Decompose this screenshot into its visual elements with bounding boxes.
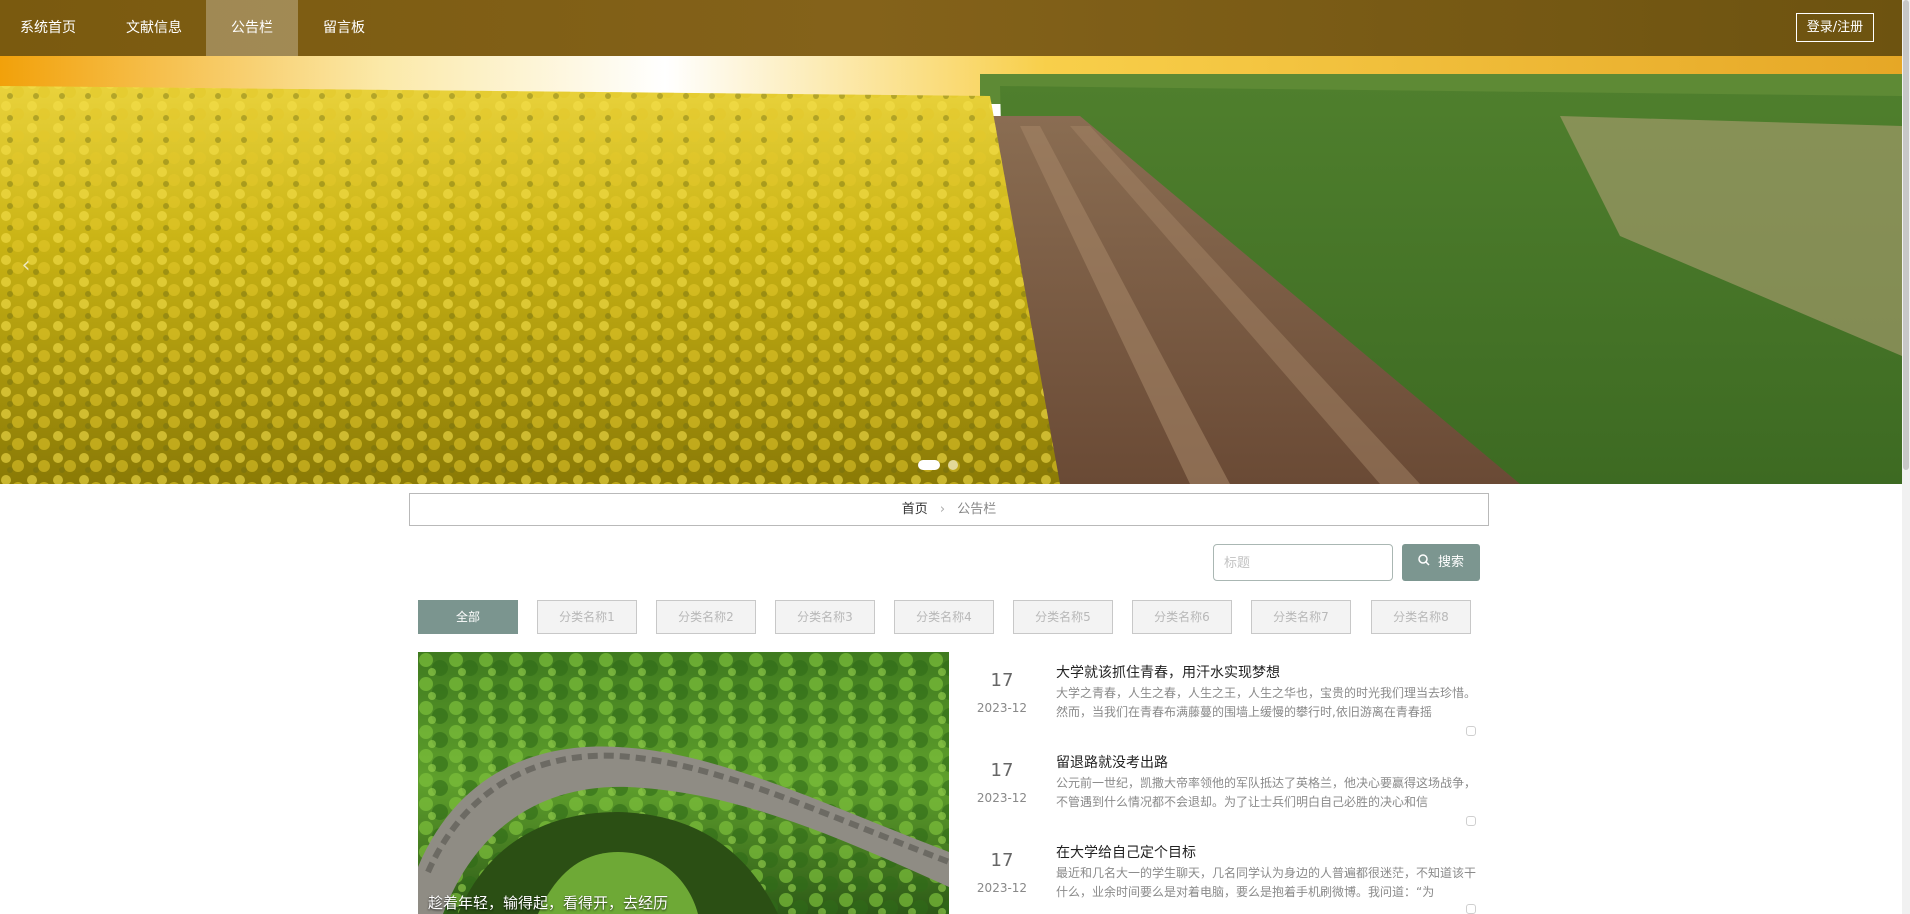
nav-item-message-board[interactable]: 留言板 [304, 0, 384, 56]
category-tab-2[interactable]: 分类名称2 [656, 600, 756, 634]
like-icon[interactable] [1466, 726, 1476, 736]
category-tab-7[interactable]: 分类名称7 [1251, 600, 1351, 634]
banner-carousel: ‹ [0, 56, 1902, 484]
like-icon[interactable] [1466, 904, 1476, 914]
like-icon[interactable] [1466, 816, 1476, 826]
featured-article-image[interactable]: 趁着年轻，输得起，看得开，去经历 [418, 652, 949, 914]
featured-caption: 趁着年轻，输得起，看得开，去经历 [428, 894, 669, 912]
news-date: 2023-12 [976, 791, 1028, 805]
category-tab-5[interactable]: 分类名称5 [1013, 600, 1113, 634]
search-button[interactable]: 搜索 [1402, 544, 1480, 581]
news-day: 17 [990, 670, 1014, 691]
category-tab-4[interactable]: 分类名称4 [894, 600, 994, 634]
news-day: 17 [990, 850, 1014, 871]
breadcrumb-current: 公告栏 [957, 502, 997, 517]
category-tab-all[interactable]: 全部 [418, 600, 518, 634]
list-item[interactable]: 17 2023-12 大学就该抓住青春，用汗水实现梦想 大学之青春，人生之春，人… [970, 654, 1480, 740]
nav-item-notice-board[interactable]: 公告栏 [206, 0, 298, 56]
carousel-indicators [918, 460, 958, 470]
search-button-label: 搜索 [1437, 555, 1464, 570]
news-date: 2023-12 [976, 701, 1028, 715]
list-item[interactable]: 17 2023-12 留退路就没考出路 公元前一世纪，凯撒大帝率领他的军队抵达了… [970, 744, 1480, 830]
search-input[interactable] [1213, 544, 1393, 581]
category-tab-3[interactable]: 分类名称3 [775, 600, 875, 634]
breadcrumb: 首页 › 公告栏 [409, 493, 1489, 526]
carousel-dot-1[interactable] [918, 460, 940, 470]
category-tab-8[interactable]: 分类名称8 [1371, 600, 1471, 634]
category-tab-6[interactable]: 分类名称6 [1132, 600, 1232, 634]
breadcrumb-home-link[interactable]: 首页 [902, 502, 928, 517]
nav-item-literature[interactable]: 文献信息 [110, 0, 198, 56]
breadcrumb-separator-icon: › [939, 502, 946, 517]
news-title[interactable]: 在大学给自己定个目标 [1056, 842, 1196, 862]
news-summary: 最近和几名大一的学生聊天，几名同学认为身边的人普遍都很迷茫，不知道该干什么，业余… [1056, 866, 1476, 899]
login-register-button[interactable]: 登录/注册 [1796, 13, 1874, 42]
news-title[interactable]: 大学就该抓住青春，用汗水实现梦想 [1056, 662, 1280, 682]
stone-bridge-image [418, 652, 949, 914]
news-title[interactable]: 留退路就没考出路 [1056, 752, 1168, 772]
category-tab-1[interactable]: 分类名称1 [537, 600, 637, 634]
carousel-prev-icon[interactable]: ‹ [14, 246, 38, 286]
banner-image [0, 56, 1902, 484]
search-icon [1418, 544, 1430, 581]
scrollbar-thumb[interactable] [1903, 0, 1909, 470]
carousel-dot-2[interactable] [948, 460, 958, 470]
news-summary: 公元前一世纪，凯撒大帝率领他的军队抵达了英格兰，他决心要赢得这场战争，不管遇到什… [1056, 776, 1476, 809]
news-day: 17 [990, 760, 1014, 781]
top-navigation-bar: 系统首页 文献信息 公告栏 留言板 登录/注册 [0, 0, 1902, 56]
list-item[interactable]: 17 2023-12 在大学给自己定个目标 最近和几名大一的学生聊天，几名同学认… [970, 834, 1480, 914]
news-summary: 大学之青春，人生之春，人生之王，人生之华也，宝贵的时光我们理当去珍惜。然而，当我… [1056, 686, 1476, 719]
nav-item-home[interactable]: 系统首页 [0, 0, 96, 56]
news-date: 2023-12 [976, 881, 1028, 895]
